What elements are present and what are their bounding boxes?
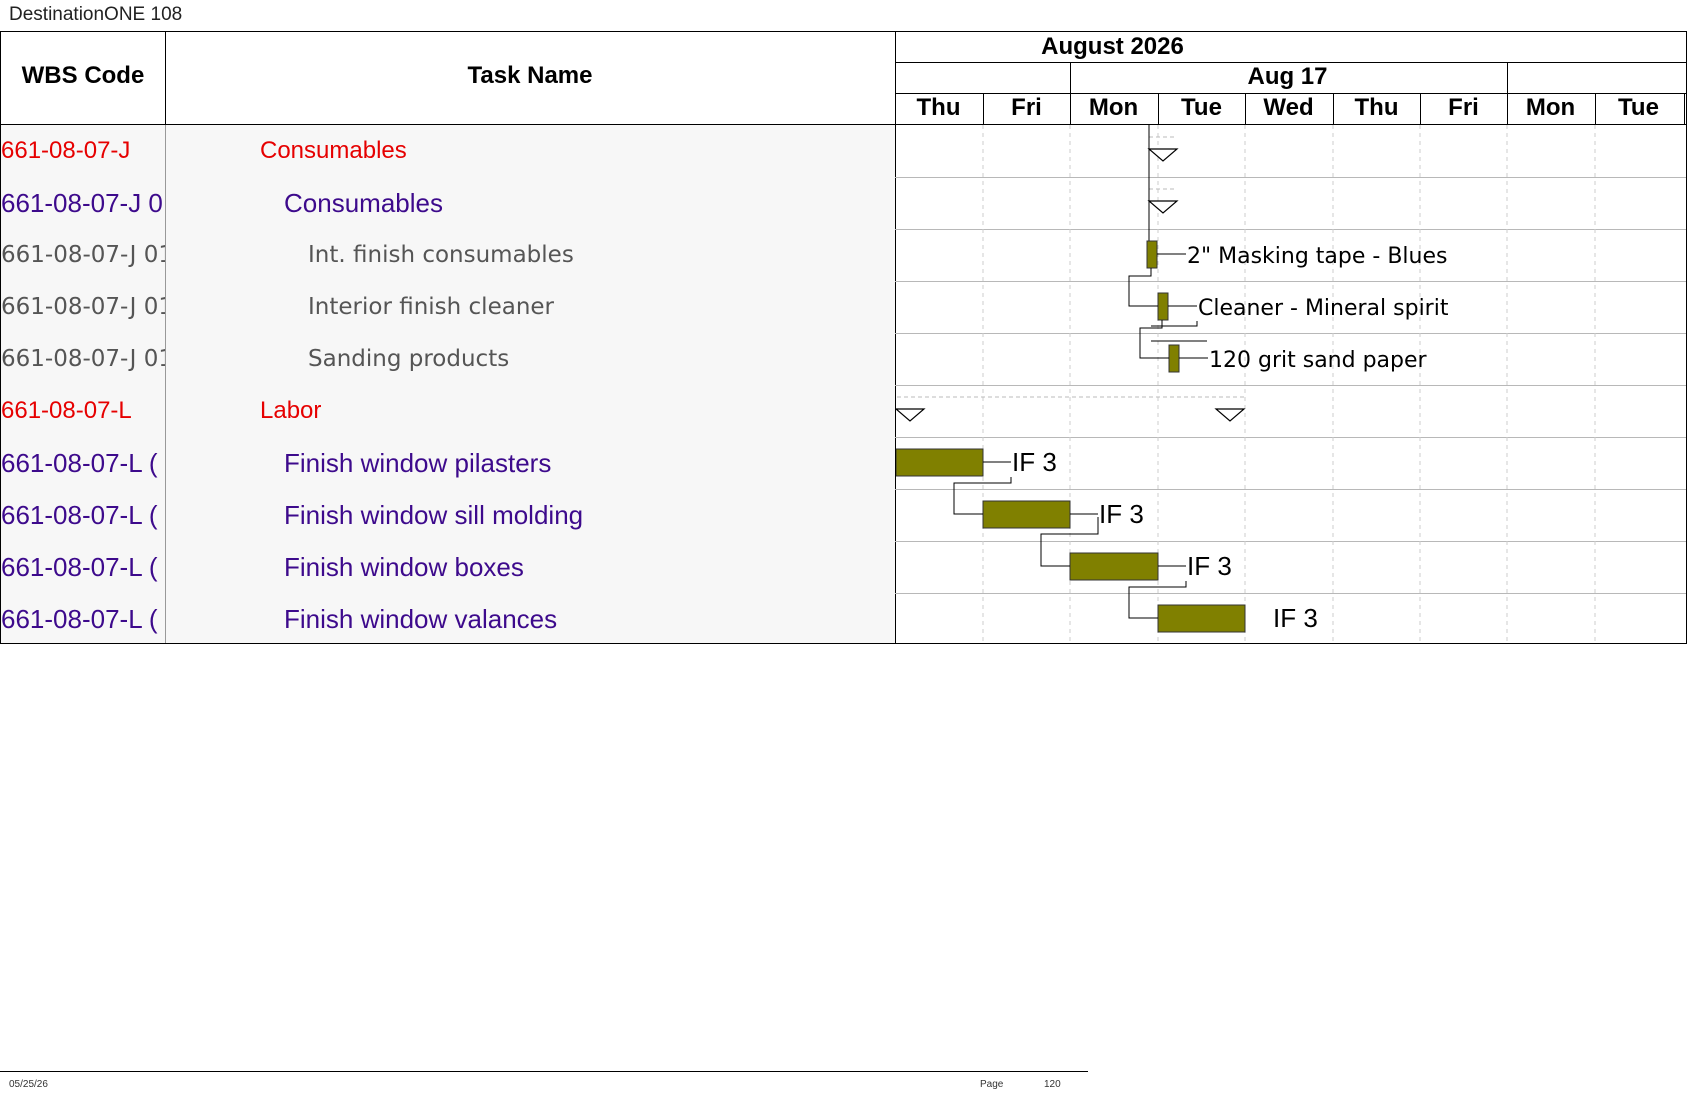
- timescale-month-label: August 2026: [1041, 33, 1184, 60]
- bar-label: 2" Masking tape - Blues: [1187, 244, 1447, 269]
- wbs-column-header[interactable]: WBS Code: [1, 62, 165, 90]
- bar-label: IF 3: [1273, 603, 1318, 633]
- header-divider: [1333, 94, 1334, 124]
- day-header-thu: Thu: [916, 94, 961, 121]
- task-name-cell: Finish window boxes: [284, 552, 524, 582]
- day-header-wed: Wed: [1263, 94, 1314, 121]
- task-name-cell: Sanding products: [308, 346, 510, 372]
- day-header-mon: Mon: [1525, 94, 1576, 121]
- task-name-cell: Consumables: [260, 137, 407, 164]
- task-bar: [1157, 292, 1169, 321]
- header-divider: [1245, 94, 1246, 124]
- gantt-chart: 2" Masking tape - Blues Cleaner - Mineral…: [896, 125, 1596, 643]
- task-name-cell: Labor: [260, 397, 322, 424]
- header-divider: [1507, 62, 1508, 124]
- day-header-tue: Tue: [1181, 94, 1222, 121]
- document-title: DestinationONE 108: [9, 4, 183, 25]
- header-divider: [1420, 94, 1421, 124]
- header-divider: [1158, 94, 1159, 124]
- header-divider: [895, 93, 1686, 94]
- wbs-code-cell: 661-08-07-J 0: [1, 188, 163, 218]
- summary-marker: [1147, 148, 1179, 162]
- wbs-code-cell: 661-08-07-J: [1, 137, 131, 164]
- day-header-fri: Fri: [1011, 94, 1042, 121]
- day-header-thu: Thu: [1354, 94, 1399, 121]
- day-header-fri: Fri: [1448, 94, 1479, 121]
- task-bar: [1146, 240, 1158, 269]
- wbs-code-cell: 661-08-07-L (: [1, 604, 158, 634]
- wbs-code-cell: 661-08-07-J 01: [1, 346, 165, 372]
- footer-divider: [0, 1071, 1088, 1072]
- task-name-cell: Int. finish consumables: [308, 242, 574, 268]
- wbs-code-cell: 661-08-07-L (: [1, 552, 158, 582]
- wbs-code-cell: 661-08-07-L (: [1, 448, 158, 478]
- header-divider: [1595, 94, 1596, 124]
- summary-marker: [1147, 200, 1179, 214]
- task-name-column-header[interactable]: Task Name: [165, 62, 895, 90]
- gantt-table: WBS Code Task Name August 2026 Aug 17 Th…: [0, 31, 1687, 644]
- timescale-week-label: Aug 17: [1247, 63, 1328, 90]
- task-name-cell: Interior finish cleaner: [308, 294, 555, 320]
- header-divider: [165, 32, 166, 124]
- footer-page-label: Page: [980, 1079, 1004, 1090]
- wbs-code-cell: 661-08-07-L (: [1, 500, 158, 530]
- bar-label: IF 3: [1187, 551, 1232, 581]
- dependency-link: [1128, 268, 1158, 307]
- wbs-code-cell: 661-08-07-J 01: [1, 294, 165, 320]
- footer-date: 05/25/26: [9, 1079, 48, 1090]
- day-header-mon: Mon: [1088, 94, 1139, 121]
- header-divider: [1070, 62, 1071, 124]
- task-name-cell: Finish window sill molding: [284, 500, 584, 530]
- task-bar: [982, 500, 1071, 529]
- summary-marker: [896, 408, 926, 422]
- task-bar: [1157, 604, 1246, 633]
- task-bar: [1069, 552, 1159, 581]
- bar-label: IF 3: [1099, 499, 1144, 529]
- task-name-cell: Finish window pilasters: [284, 448, 552, 478]
- task-bar: [896, 448, 984, 477]
- bar-label: IF 3: [1012, 447, 1057, 477]
- header-divider: [1684, 94, 1685, 124]
- wbs-code-cell: 661-08-07-J 01: [1, 242, 165, 268]
- task-name-cell: Consumables: [284, 188, 443, 218]
- summary-marker: [1214, 408, 1246, 422]
- task-name-cell: Finish window valances: [284, 604, 558, 634]
- bar-label: Cleaner - Mineral spirit: [1198, 296, 1449, 321]
- column-divider: [165, 125, 166, 643]
- wbs-code-cell: 661-08-07-L: [1, 397, 132, 424]
- header-divider: [895, 62, 1686, 63]
- day-header-tue: Tue: [1618, 94, 1659, 121]
- header-divider: [983, 94, 984, 124]
- footer-page-number: 120: [1044, 1079, 1061, 1090]
- task-bar: [1168, 344, 1180, 373]
- bar-label: 120 grit sand paper: [1209, 348, 1428, 373]
